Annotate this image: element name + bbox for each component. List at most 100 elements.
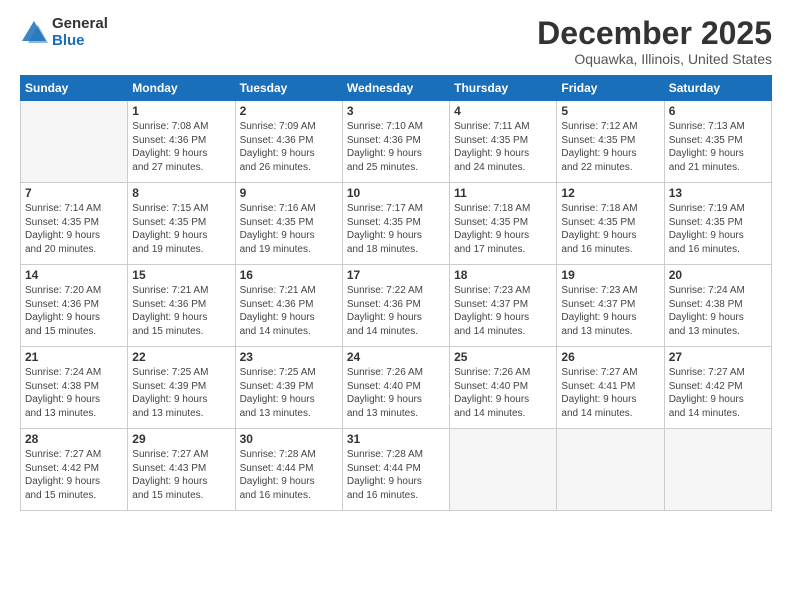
logo: General Blue <box>20 16 108 49</box>
calendar-cell: 17Sunrise: 7:22 AMSunset: 4:36 PMDayligh… <box>342 265 449 347</box>
day-info: Sunrise: 7:26 AMSunset: 4:40 PMDaylight:… <box>347 366 445 420</box>
day-info: Sunrise: 7:21 AMSunset: 4:36 PMDaylight:… <box>240 284 338 338</box>
calendar-cell <box>557 429 664 511</box>
day-number: 30 <box>240 432 338 446</box>
day-number: 20 <box>669 268 767 282</box>
day-number: 7 <box>25 186 123 200</box>
calendar-cell: 5 Sunrise: 7:12 AMSunset: 4:35 PMDaylight… <box>557 101 664 183</box>
week-row-2: 14Sunrise: 7:20 AMSunset: 4:36 PMDayligh… <box>21 265 772 347</box>
calendar-body: 1Sunrise: 7:08 AMSunset: 4:36 PMDaylight… <box>21 101 772 511</box>
day-info: Sunrise: 7:28 AMSunset: 4:44 PMDaylight:… <box>347 448 445 502</box>
calendar-cell: 10 Sunrise: 7:17 AMSunset: 4:35 PMDayligh… <box>342 183 449 265</box>
col-friday: Friday <box>557 76 664 101</box>
subtitle: Oquawka, Illinois, United States <box>537 51 772 67</box>
day-info: Sunrise: 7:23 AMSunset: 4:37 PMDaylight:… <box>454 284 552 338</box>
calendar-cell: 8Sunrise: 7:15 AMSunset: 4:35 PMDaylight… <box>128 183 235 265</box>
calendar-cell: 15Sunrise: 7:21 AMSunset: 4:36 PMDayligh… <box>128 265 235 347</box>
day-info: Sunrise: 7:27 AMSunset: 4:42 PMDaylight:… <box>669 366 767 420</box>
day-number: 12 <box>561 186 659 200</box>
day-info: Sunrise: 7:11 AMSunset: 4:35 PMDaylight:… <box>454 120 552 174</box>
day-info: Sunrise: 7:25 AMSunset: 4:39 PMDaylight:… <box>240 366 338 420</box>
title-area: December 2025 Oquawka, Illinois, United … <box>537 16 772 67</box>
day-info: Sunrise: 7:27 AMSunset: 4:42 PMDaylight:… <box>25 448 123 502</box>
col-thursday: Thursday <box>450 76 557 101</box>
day-number: 31 <box>347 432 445 446</box>
calendar-cell: 27 Sunrise: 7:27 AMSunset: 4:42 PMDayligh… <box>664 347 771 429</box>
day-number: 5 <box>561 104 659 118</box>
calendar-cell: 4 Sunrise: 7:11 AMSunset: 4:35 PMDaylight… <box>450 101 557 183</box>
week-row-1: 7Sunrise: 7:14 AMSunset: 4:35 PMDaylight… <box>21 183 772 265</box>
day-number: 10 <box>347 186 445 200</box>
calendar-cell: 19 Sunrise: 7:23 AMSunset: 4:37 PMDayligh… <box>557 265 664 347</box>
calendar-cell: 31 Sunrise: 7:28 AMSunset: 4:44 PMDayligh… <box>342 429 449 511</box>
calendar-cell <box>450 429 557 511</box>
day-info: Sunrise: 7:28 AMSunset: 4:44 PMDaylight:… <box>240 448 338 502</box>
calendar-cell: 14Sunrise: 7:20 AMSunset: 4:36 PMDayligh… <box>21 265 128 347</box>
day-info: Sunrise: 7:20 AMSunset: 4:36 PMDaylight:… <box>25 284 123 338</box>
day-info: Sunrise: 7:12 AMSunset: 4:35 PMDaylight:… <box>561 120 659 174</box>
calendar-cell: 20Sunrise: 7:24 AMSunset: 4:38 PMDayligh… <box>664 265 771 347</box>
logo-text: General Blue <box>52 16 108 49</box>
day-info: Sunrise: 7:27 AMSunset: 4:41 PMDaylight:… <box>561 366 659 420</box>
day-info: Sunrise: 7:18 AMSunset: 4:35 PMDaylight:… <box>561 202 659 256</box>
header: General Blue December 2025 Oquawka, Illi… <box>20 16 772 67</box>
logo-general: General <box>52 16 108 33</box>
day-number: 19 <box>561 268 659 282</box>
logo-blue: Blue <box>52 33 108 50</box>
calendar-cell <box>664 429 771 511</box>
day-number: 9 <box>240 186 338 200</box>
day-info: Sunrise: 7:27 AMSunset: 4:43 PMDaylight:… <box>132 448 230 502</box>
day-info: Sunrise: 7:13 AMSunset: 4:35 PMDaylight:… <box>669 120 767 174</box>
calendar-cell: 22 Sunrise: 7:25 AMSunset: 4:39 PMDayligh… <box>128 347 235 429</box>
calendar-cell: 11Sunrise: 7:18 AMSunset: 4:35 PMDayligh… <box>450 183 557 265</box>
day-number: 22 <box>132 350 230 364</box>
day-number: 15 <box>132 268 230 282</box>
col-monday: Monday <box>128 76 235 101</box>
calendar-cell: 2Sunrise: 7:09 AMSunset: 4:36 PMDaylight… <box>235 101 342 183</box>
day-number: 6 <box>669 104 767 118</box>
calendar-cell: 3Sunrise: 7:10 AMSunset: 4:36 PMDaylight… <box>342 101 449 183</box>
week-row-0: 1Sunrise: 7:08 AMSunset: 4:36 PMDaylight… <box>21 101 772 183</box>
col-wednesday: Wednesday <box>342 76 449 101</box>
calendar-cell: 18 Sunrise: 7:23 AMSunset: 4:37 PMDayligh… <box>450 265 557 347</box>
day-number: 11 <box>454 186 552 200</box>
day-number: 2 <box>240 104 338 118</box>
calendar-cell: 9 Sunrise: 7:16 AMSunset: 4:35 PMDaylight… <box>235 183 342 265</box>
day-number: 16 <box>240 268 338 282</box>
day-number: 27 <box>669 350 767 364</box>
day-number: 23 <box>240 350 338 364</box>
calendar-cell: 25 Sunrise: 7:26 AMSunset: 4:40 PMDayligh… <box>450 347 557 429</box>
calendar-cell: 23 Sunrise: 7:25 AMSunset: 4:39 PMDayligh… <box>235 347 342 429</box>
col-saturday: Saturday <box>664 76 771 101</box>
day-number: 4 <box>454 104 552 118</box>
day-number: 13 <box>669 186 767 200</box>
day-number: 28 <box>25 432 123 446</box>
day-number: 24 <box>347 350 445 364</box>
day-number: 26 <box>561 350 659 364</box>
calendar-cell <box>21 101 128 183</box>
week-row-3: 21Sunrise: 7:24 AMSunset: 4:38 PMDayligh… <box>21 347 772 429</box>
page: General Blue December 2025 Oquawka, Illi… <box>0 0 792 612</box>
calendar-cell: 1Sunrise: 7:08 AMSunset: 4:36 PMDaylight… <box>128 101 235 183</box>
day-info: Sunrise: 7:26 AMSunset: 4:40 PMDaylight:… <box>454 366 552 420</box>
week-row-4: 28 Sunrise: 7:27 AMSunset: 4:42 PMDayligh… <box>21 429 772 511</box>
calendar-cell: 13 Sunrise: 7:19 AMSunset: 4:35 PMDayligh… <box>664 183 771 265</box>
day-info: Sunrise: 7:19 AMSunset: 4:35 PMDaylight:… <box>669 202 767 256</box>
day-info: Sunrise: 7:23 AMSunset: 4:37 PMDaylight:… <box>561 284 659 338</box>
day-number: 18 <box>454 268 552 282</box>
calendar-cell: 16 Sunrise: 7:21 AMSunset: 4:36 PMDayligh… <box>235 265 342 347</box>
calendar-cell: 26 Sunrise: 7:27 AMSunset: 4:41 PMDayligh… <box>557 347 664 429</box>
day-info: Sunrise: 7:25 AMSunset: 4:39 PMDaylight:… <box>132 366 230 420</box>
day-info: Sunrise: 7:16 AMSunset: 4:35 PMDaylight:… <box>240 202 338 256</box>
calendar-header-row: Sunday Monday Tuesday Wednesday Thursday… <box>21 76 772 101</box>
day-number: 25 <box>454 350 552 364</box>
col-sunday: Sunday <box>21 76 128 101</box>
logo-icon <box>20 19 48 47</box>
calendar-cell: 28 Sunrise: 7:27 AMSunset: 4:42 PMDayligh… <box>21 429 128 511</box>
day-info: Sunrise: 7:17 AMSunset: 4:35 PMDaylight:… <box>347 202 445 256</box>
main-title: December 2025 <box>537 16 772 51</box>
day-number: 17 <box>347 268 445 282</box>
calendar-cell: 7Sunrise: 7:14 AMSunset: 4:35 PMDaylight… <box>21 183 128 265</box>
day-info: Sunrise: 7:24 AMSunset: 4:38 PMDaylight:… <box>25 366 123 420</box>
calendar-cell: 29Sunrise: 7:27 AMSunset: 4:43 PMDayligh… <box>128 429 235 511</box>
